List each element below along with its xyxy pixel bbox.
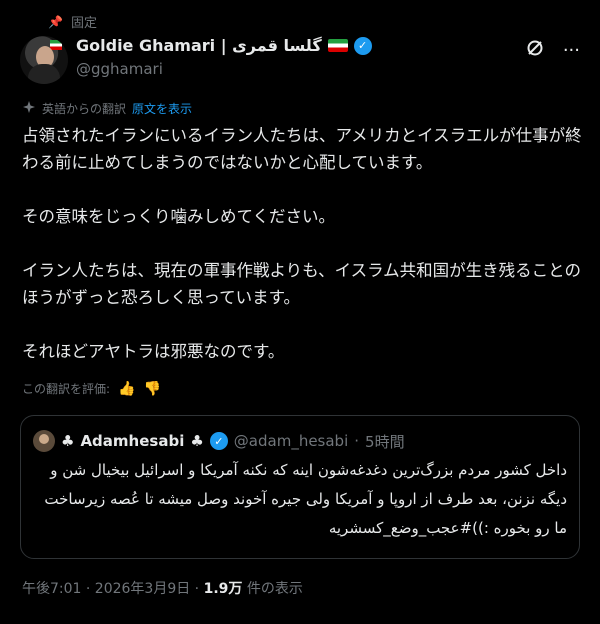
rate-translation: この翻訳を評価: 👍 👎 (22, 380, 161, 397)
quoted-author-handle: @adam_hesabi (233, 432, 349, 450)
quoted-line: ما رو بخوره :))#عجب_وضع_کسشریه (328, 519, 567, 537)
show-original-link[interactable]: 原文を表示 (132, 100, 192, 117)
translated-from-label: 英語からの翻訳 (42, 102, 127, 116)
tweet-timestamp[interactable]: 午後7:01 · 2026年3月9日 · (22, 581, 204, 597)
grok-icon[interactable] (525, 38, 545, 63)
author-handle[interactable]: @gghamari (76, 60, 163, 78)
tweet-actions: ··· (525, 38, 580, 63)
flag-icon (50, 40, 62, 50)
tweet-body: 占領されたイランにいるイラン人たちは、アメリカとイスラエルが仕事が終わる前に止め… (22, 122, 588, 365)
verified-badge-icon: ✓ (209, 432, 228, 450)
tweet-paragraph: それほどアヤトラは邪悪なのです。 (22, 342, 285, 361)
iran-flag-icon (327, 39, 348, 52)
more-options-icon[interactable]: ··· (563, 40, 580, 61)
tweet-metadata: 午後7:01 · 2026年3月9日 · 1.9万 件の表示 (22, 578, 303, 598)
pin-icon: 📌 (48, 14, 63, 29)
quoted-author-name: Adamhesabi (80, 432, 185, 450)
quoted-author-avatar (33, 430, 55, 452)
tweet-paragraph: 占領されたイランにいるイラン人たちは、アメリカとイスラエルが仕事が終わる前に止め… (22, 126, 582, 172)
translate-icon (22, 100, 36, 117)
quoted-line: داخل کشور مردم بزرگ‌ترین دغدغه‌شون اینه … (50, 461, 567, 479)
view-count-label: 件の表示 (242, 581, 303, 597)
author-avatar[interactable] (20, 36, 68, 84)
translation-bar: 英語からの翻訳 原文を表示 (22, 100, 192, 117)
author-name-row[interactable]: Goldie Ghamari | گلسا قمری ✓ (76, 36, 372, 55)
author-name[interactable]: Goldie Ghamari | گلسا قمری (76, 36, 322, 55)
club-suit-icon: ♣ (61, 432, 75, 450)
tweet-paragraph: イラン人たちは、現在の軍事作戦よりも、イスラム共和国が生き残ることのほうがずっと… (22, 261, 582, 307)
pinned-indicator: 📌 固定 (48, 12, 97, 32)
tweet-paragraph: その意味をじっくり噛みしめてください。 (22, 207, 336, 226)
quoted-tweet-body: داخل کشور مردم بزرگ‌ترین دغدغه‌شون اینه … (31, 456, 567, 543)
rate-translation-label: この翻訳を評価: (22, 382, 111, 396)
thumbs-up-icon[interactable]: 👍 (118, 381, 135, 397)
club-suit-icon: ♣ (190, 432, 204, 450)
quoted-tweet-time: 5時間 (365, 432, 405, 451)
quoted-tweet-header: ♣ Adamhesabi ♣ ✓ @adam_hesabi · 5時間 (33, 430, 405, 452)
quoted-line: دیگه نزنن، بعد طرف از اروپا و آمریکا ولی… (44, 490, 567, 508)
thumbs-down-icon[interactable]: 👎 (143, 381, 160, 397)
quoted-tweet[interactable]: ♣ Adamhesabi ♣ ✓ @adam_hesabi · 5時間 داخل… (20, 415, 580, 559)
pinned-label: 固定 (70, 16, 97, 31)
view-count: 1.9万 (203, 581, 243, 597)
verified-badge-icon: ✓ (353, 36, 372, 55)
